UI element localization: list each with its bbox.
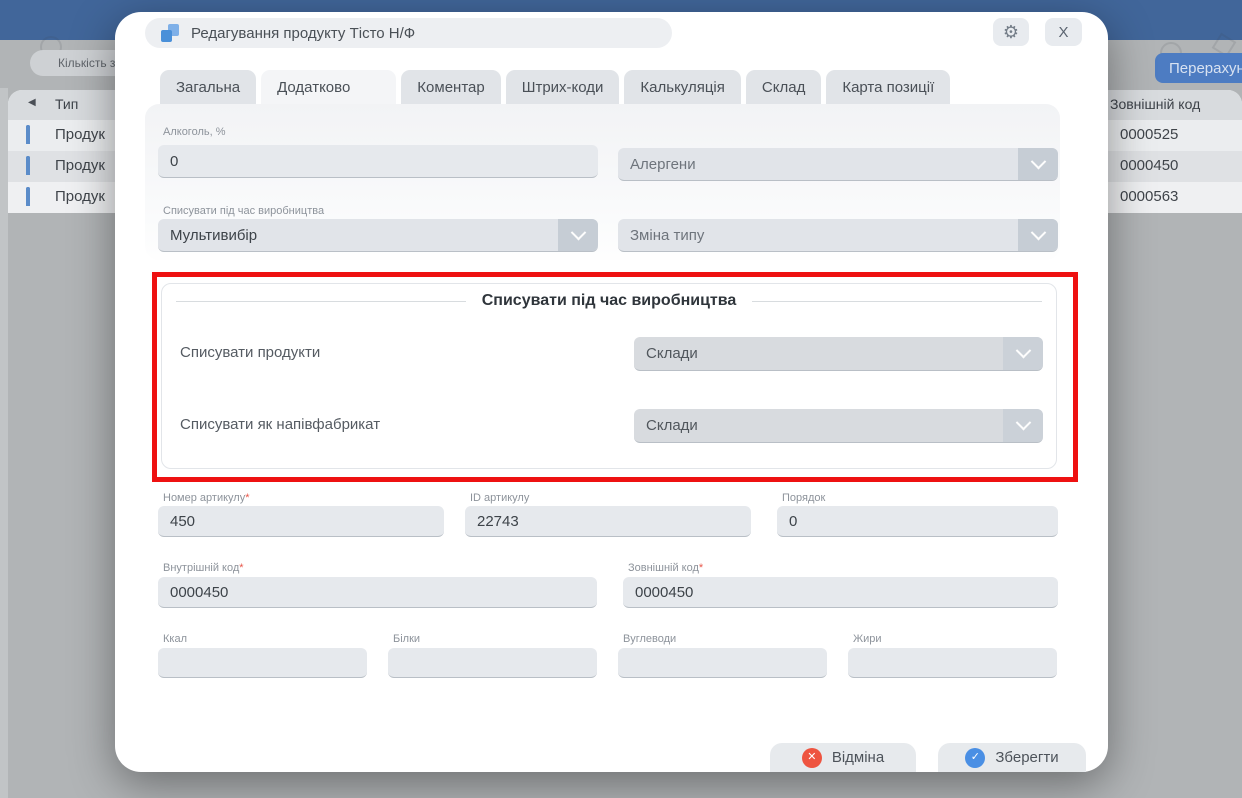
article-id-label: ID артикулу [470,492,529,504]
internal-code-label: Внутрішній код* [163,562,244,574]
kcal-label: Ккал [163,633,187,645]
chevron-down-icon[interactable] [1018,219,1058,251]
save-check-icon: ✓ [965,748,985,768]
gear-icon: ⚙ [1003,22,1019,43]
external-code-cell: 0000525 [1120,126,1178,143]
external-code-column-header[interactable]: Зовнішній код [1110,96,1200,112]
article-number-label: Номер артикулу* [163,492,250,504]
type-change-select[interactable]: Зміна типу [618,219,1058,252]
highlight-rectangle: Списувати під час виробництва Списувати … [152,272,1078,482]
order-label: Порядок [782,492,825,504]
product-type-cell: Продук [55,188,105,205]
fats-input[interactable] [848,648,1057,678]
collapse-column-icon[interactable]: ◀ [28,97,36,108]
writeoff-semifinished-value: Склади [646,417,698,434]
writeoff-products-label: Списувати продукти [180,344,320,361]
dish-icon [26,127,44,141]
internal-code-input[interactable] [158,577,597,608]
writeoff-mode-label: Списувати під час виробництва [163,205,324,217]
product-icon [161,24,179,42]
order-input[interactable] [777,506,1058,537]
tab-barcodes[interactable]: Штрих-коди [506,70,620,104]
tab-warehouse[interactable]: Склад [746,70,821,104]
save-button-label: Зберегти [995,749,1058,766]
proteins-input[interactable] [388,648,597,678]
required-mark: * [245,492,249,504]
carbohydrates-label: Вуглеводи [623,633,676,645]
writeoff-semifinished-label: Списувати як напівфабрикат [180,416,380,433]
save-button[interactable]: ✓ Зберегти [938,743,1086,772]
tab-comment[interactable]: Коментар [401,70,500,104]
chevron-down-icon[interactable] [1003,337,1043,370]
product-type-cell: Продук [55,126,105,143]
type-change-placeholder: Зміна типу [630,227,704,244]
modal-title: Редагування продукту Тісто Н/Ф [191,25,415,42]
tab-position-map[interactable]: Карта позиції [826,70,950,104]
modal-tabs: Загальна Додатково Коментар Штрих-коди К… [160,70,955,104]
writeoff-products-value: Склади [646,345,698,362]
recalculate-button[interactable]: Перерахун [1155,53,1242,83]
settings-button[interactable]: ⚙ [993,18,1029,46]
alcohol-label: Алкоголь, % [163,126,226,138]
tab-general[interactable]: Загальна [160,70,256,104]
modal-title-chip: Редагування продукту Тісто Н/Ф [145,18,672,48]
external-code-input[interactable] [623,577,1058,608]
type-column-header[interactable]: Тип [55,96,78,112]
cancel-x-icon: ✕ [802,748,822,768]
dish-icon [26,189,44,203]
external-code-label: Зовнішній код* [628,562,703,574]
section-legend: Списувати під час виробництва [176,292,1042,310]
required-mark: * [699,562,703,574]
tab-additional[interactable]: Додатково [261,70,396,104]
kcal-input[interactable] [158,648,367,678]
carbohydrates-input[interactable] [618,648,827,678]
chevron-down-icon[interactable] [1018,148,1058,180]
close-button[interactable]: X [1045,18,1082,46]
cancel-button-label: Відміна [832,749,884,766]
allergens-placeholder: Алергени [630,156,696,173]
divider-line [752,301,1042,302]
allergens-select[interactable]: Алергени [618,148,1058,181]
chevron-down-icon[interactable] [558,219,598,251]
recalculate-button-label: Перерахун [1169,60,1242,77]
external-code-cell: 0000450 [1120,157,1178,174]
chevron-down-icon[interactable] [1003,409,1043,442]
cancel-button[interactable]: ✕ Відміна [770,743,916,772]
page-left-edge [0,88,8,798]
fats-label: Жири [853,633,882,645]
product-type-cell: Продук [55,157,105,174]
writeoff-mode-value: Мультивибір [170,227,257,244]
writeoff-mode-select[interactable]: Мультивибір [158,219,598,252]
article-id-input[interactable] [465,506,751,537]
alcohol-input[interactable] [158,145,598,178]
dish-icon [26,158,44,172]
article-number-input[interactable] [158,506,444,537]
writeoff-section-title: Списувати під час виробництва [482,292,737,310]
writeoff-products-select[interactable]: Склади [634,337,1043,371]
proteins-label: Білки [393,633,420,645]
external-code-cell: 0000563 [1120,188,1178,205]
divider-line [176,301,466,302]
quantity-tab-label: Кількість з [58,56,115,70]
writeoff-section-card: Списувати під час виробництва Списувати … [161,283,1057,469]
edit-product-modal: Редагування продукту Тісто Н/Ф ⚙ X Загал… [115,12,1108,772]
additional-fields-panel: Алкоголь, % Алергени Списувати під час в… [145,104,1060,260]
required-mark: * [239,562,243,574]
close-icon: X [1058,24,1068,41]
tab-calculation[interactable]: Калькуляція [624,70,740,104]
writeoff-semifinished-select[interactable]: Склади [634,409,1043,443]
